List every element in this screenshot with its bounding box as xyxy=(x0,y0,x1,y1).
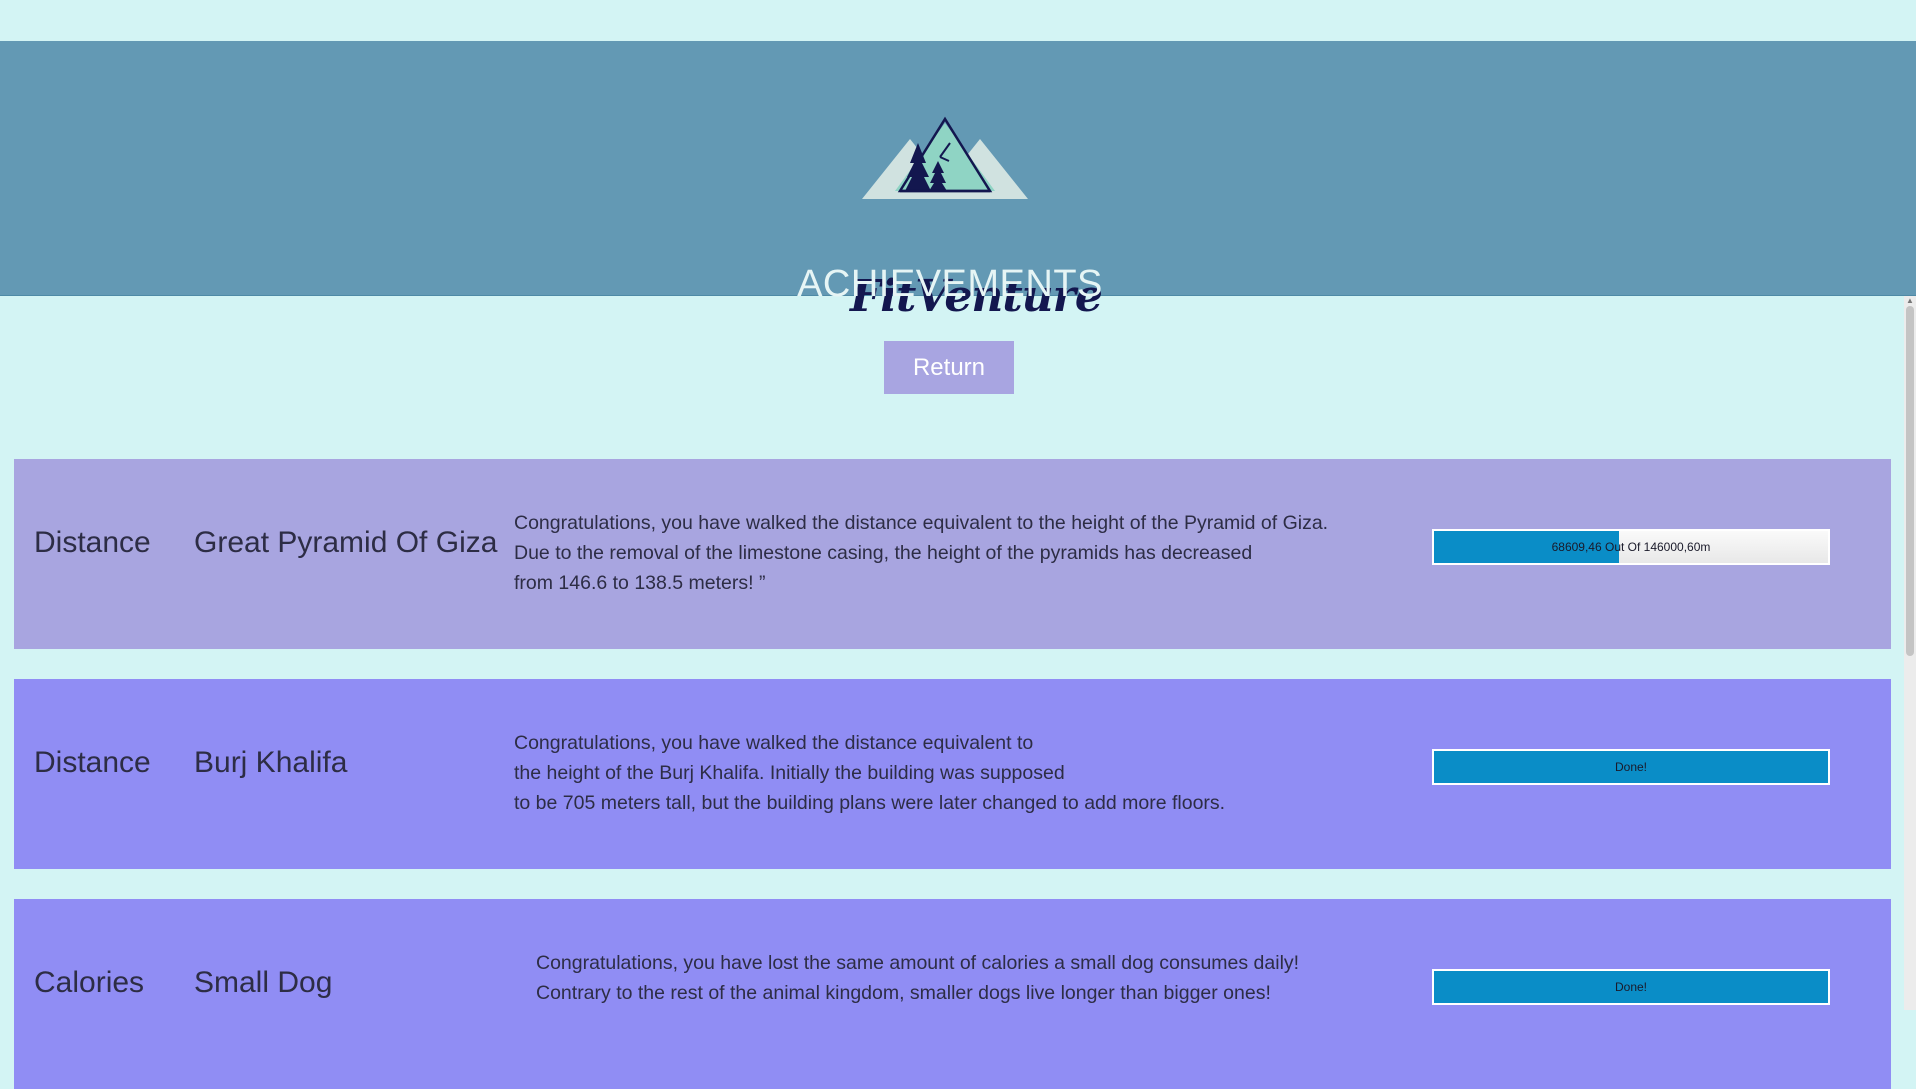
return-button[interactable]: Return xyxy=(884,341,1014,394)
achievement-category: Calories xyxy=(34,966,145,999)
achievement-card: Distance Great Pyramid Of Giza Congratulat… xyxy=(14,459,1891,649)
achievement-progress-bar: 68609,46 Out Of 146000,60m xyxy=(1432,529,1830,565)
achievement-name: Great Pyramid Of Giza xyxy=(194,526,498,559)
progress-label: Done! xyxy=(1614,760,1648,774)
mountain-trees-logo-icon xyxy=(862,116,1028,199)
achievement-card: Distance Burj Khalifa Congratulations, you… xyxy=(14,679,1891,869)
achievement-name: Burj Khalifa xyxy=(194,746,348,779)
scroll-up-arrow-icon[interactable]: ▲ xyxy=(1904,296,1916,306)
page-title: ACHIEVEMENTS xyxy=(797,263,1103,305)
achievement-category: Distance xyxy=(34,746,151,779)
achievement-card: Calories Small Dog Congratulations, you ha… xyxy=(14,899,1891,1089)
description-line: Congratulations, you have lost the same … xyxy=(536,952,1300,974)
achievement-progress-bar: Done! xyxy=(1432,969,1830,1005)
description-line: from 146.6 to 138.5 meters! ” xyxy=(514,572,766,594)
achievement-progress-bar: Done! xyxy=(1432,749,1830,785)
achievement-description: Congratulations, you have walked the dis… xyxy=(514,508,1328,598)
brand-logo: FitVenture xyxy=(850,113,1103,322)
description-line: the height of the Burj Khalifa. Initiall… xyxy=(514,762,1065,784)
vertical-scrollbar[interactable]: ▲ xyxy=(1904,296,1916,1010)
progress-label: 68609,46 Out Of 146000,60m xyxy=(1551,540,1711,554)
achievement-category: Distance xyxy=(34,526,151,559)
description-line: Due to the removal of the limestone casi… xyxy=(514,542,1253,564)
description-line: Congratulations, you have walked the dis… xyxy=(514,732,1034,754)
description-line: Congratulations, you have walked the dis… xyxy=(514,512,1329,534)
description-line: to be 705 meters tall, but the building … xyxy=(514,792,1226,814)
description-line: Contrary to the rest of the animal kingd… xyxy=(536,982,1271,1004)
achievement-description: Congratulations, you have lost the same … xyxy=(536,948,1299,1008)
app-header: FitVenture ACHIEVEMENTS xyxy=(0,41,1916,322)
scrollbar-thumb[interactable] xyxy=(1906,306,1914,656)
progress-label: Done! xyxy=(1614,980,1648,994)
achievement-name: Small Dog xyxy=(194,966,333,999)
achievement-description: Congratulations, you have walked the dis… xyxy=(514,728,1225,818)
